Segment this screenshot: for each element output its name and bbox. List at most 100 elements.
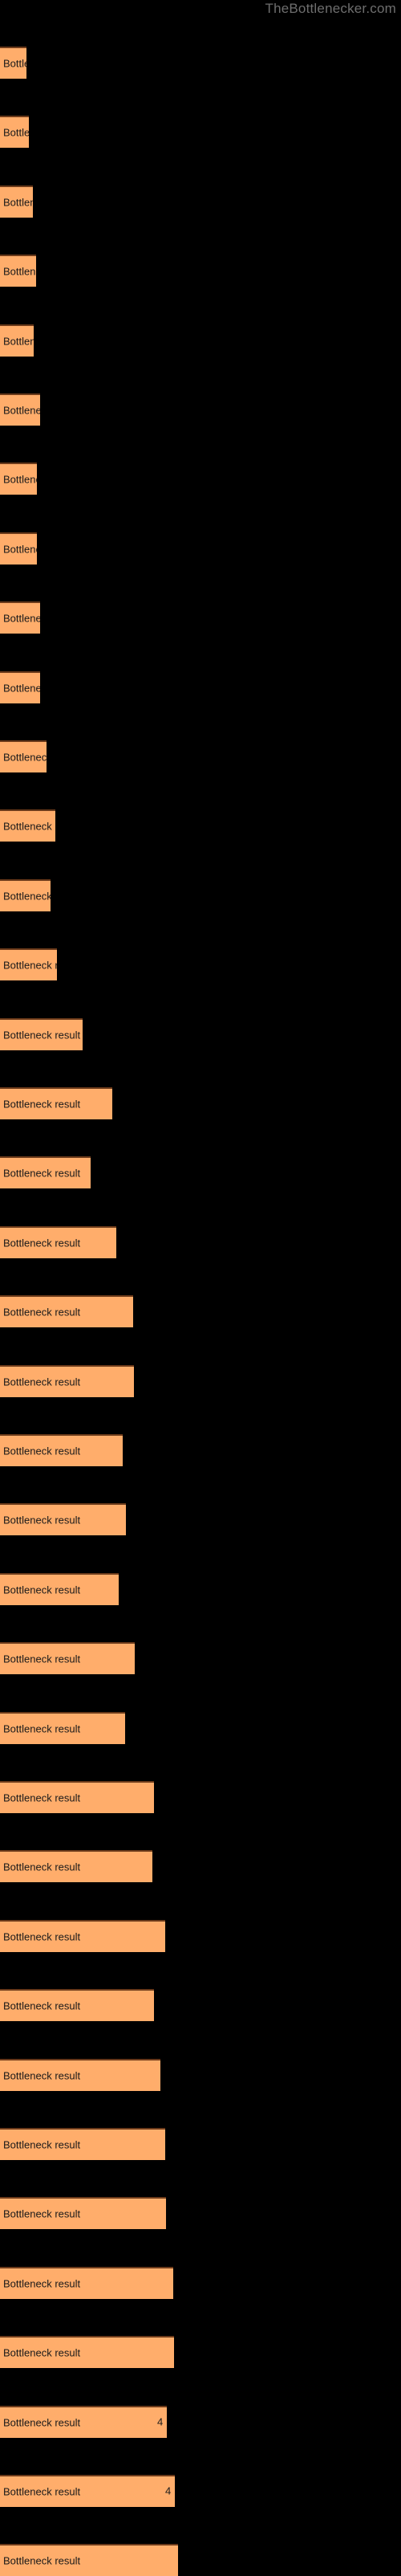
bar-row: Bottleneck result 4 [0, 2405, 401, 2438]
bar-row: Bottleneck result [0, 809, 401, 842]
bar-label: Bottleneck result [3, 1930, 81, 1943]
bar[interactable]: Bottleneck result [0, 740, 47, 772]
bar[interactable]: Bottleneck result [0, 1087, 112, 1119]
bar[interactable]: Bottleneck result [0, 463, 37, 495]
bar[interactable]: Bottleneck result [0, 1642, 135, 1675]
bar[interactable]: Bottleneck result [0, 1156, 91, 1189]
bar-label: Bottleneck result [3, 2554, 81, 2567]
bar-label: Bottleneck result [3, 543, 37, 556]
bar[interactable]: Bottleneck result [0, 1503, 126, 1536]
bar-label: Bottleneck result [3, 1029, 81, 1041]
bar-row: Bottleneck result [0, 1781, 401, 1813]
bar[interactable]: Bottleneck result [0, 878, 51, 911]
bar-row: Bottleneck result [0, 2128, 401, 2160]
bar-row: Bottleneck result [0, 1225, 401, 1258]
bar[interactable]: Bottleneck result [0, 1434, 123, 1466]
bar-label: Bottleneck result [3, 126, 29, 139]
bar-row: Bottleneck result [0, 878, 401, 911]
bottleneck-chart: TheBottlenecker.com Bottleneck resultBot… [0, 0, 401, 2576]
bar-label: Bottleneck result [3, 2346, 81, 2359]
bar-row: Bottleneck result [0, 1919, 401, 1952]
bar-label: Bottleneck result [3, 751, 47, 764]
bar-label: Bottleneck result [3, 1098, 81, 1111]
bar-label: Bottleneck result [3, 682, 40, 695]
bar-row: Bottleneck result [0, 324, 401, 357]
bar-label: Bottleneck result [3, 1445, 81, 1457]
bar-row: Bottleneck result [0, 1989, 401, 2022]
bar-row: Bottleneck result [0, 1434, 401, 1466]
bar[interactable]: Bottleneck result [0, 1572, 119, 1605]
bar-row: Bottleneck result 4 [0, 2475, 401, 2507]
bar[interactable]: Bottleneck result [0, 1017, 83, 1050]
bar-row: Bottleneck result [0, 1156, 401, 1189]
bar[interactable]: Bottleneck result [0, 1711, 125, 1744]
bar-label: Bottleneck result [3, 265, 36, 278]
bar[interactable]: Bottleneck result [0, 809, 55, 842]
bar-row: Bottleneck result [0, 1087, 401, 1119]
bar[interactable]: Bottleneck result [0, 255, 36, 287]
bar-label: Bottleneck result [3, 404, 40, 417]
bar-row: Bottleneck result [0, 1503, 401, 1536]
bar[interactable]: Bottleneck result [0, 116, 29, 149]
bar[interactable]: Bottleneck result [0, 2058, 160, 2091]
bar-label: Bottleneck result [3, 2138, 81, 2151]
bar-row: Bottleneck result [0, 2058, 401, 2091]
bar-row: Bottleneck result [0, 2266, 401, 2299]
bar-label: Bottleneck result [3, 1861, 81, 1873]
bar-label: Bottleneck result [3, 1167, 81, 1180]
bar-row: Bottleneck result [0, 2336, 401, 2369]
bar-label: Bottleneck result [3, 473, 37, 486]
bar-label: Bottleneck result [3, 1999, 81, 2012]
bar-label: Bottleneck result [3, 1306, 81, 1319]
bar-row: Bottleneck result [0, 116, 401, 149]
bar-label: Bottleneck result [3, 1584, 81, 1596]
bar-label: Bottleneck result [3, 335, 34, 348]
bar[interactable]: Bottleneck result [0, 2197, 166, 2230]
bar-label: Bottleneck result [3, 959, 57, 972]
bar-label: Bottleneck result [3, 890, 51, 903]
bar[interactable]: Bottleneck result [0, 1225, 116, 1258]
bar-row: Bottleneck result [0, 1711, 401, 1744]
bar-row: Bottleneck result [0, 47, 401, 79]
bar-row: Bottleneck result [0, 948, 401, 981]
bar[interactable]: Bottleneck result [0, 185, 33, 218]
bar-row: Bottleneck result [0, 1364, 401, 1397]
bar[interactable]: Bottleneck result [0, 601, 40, 634]
bar-label: Bottleneck result [3, 1791, 81, 1804]
bar-row: Bottleneck result [0, 463, 401, 495]
bar[interactable]: Bottleneck result [0, 1364, 134, 1397]
bar-series-layer: Bottleneck result Bottleneck result Bottle… [0, 0, 401, 2576]
bar[interactable]: Bottleneck result [0, 2128, 165, 2160]
bar[interactable]: Bottleneck result [0, 2336, 174, 2369]
bar[interactable]: Bottleneck result [0, 1850, 152, 1883]
bar[interactable]: Bottleneck result [0, 2475, 175, 2507]
bar[interactable]: Bottleneck result [0, 948, 57, 981]
bar-row: Bottleneck result [0, 393, 401, 426]
bar-row: Bottleneck result [0, 601, 401, 634]
bar-label: Bottleneck result [3, 2416, 81, 2429]
bar[interactable]: Bottleneck result [0, 2266, 173, 2299]
bar-label: Bottleneck result [3, 196, 33, 209]
bar[interactable]: Bottleneck result [0, 393, 40, 426]
bar[interactable]: Bottleneck result [0, 324, 34, 357]
bar[interactable]: Bottleneck result [0, 532, 37, 565]
bar-label: Bottleneck result [3, 820, 55, 833]
bar[interactable]: Bottleneck result [0, 2405, 167, 2438]
bar[interactable]: Bottleneck result [0, 1295, 133, 1328]
bar-label: Bottleneck result [3, 57, 26, 70]
bar-label: Bottleneck result [3, 1653, 81, 1665]
bar-row: Bottleneck result [0, 185, 401, 218]
bar-row: Bottleneck result [0, 1017, 401, 1050]
bar-label: Bottleneck result [3, 612, 40, 625]
bar[interactable]: Bottleneck result [0, 2544, 178, 2576]
bar-label: Bottleneck result [3, 1237, 81, 1249]
bar[interactable]: Bottleneck result [0, 670, 40, 703]
bar[interactable]: Bottleneck result [0, 1919, 165, 1952]
bar[interactable]: Bottleneck result [0, 47, 26, 79]
bar[interactable]: Bottleneck result [0, 1989, 154, 2022]
bar[interactable]: Bottleneck result [0, 1781, 154, 1813]
bar-label: Bottleneck result [3, 2069, 81, 2082]
bar-label: Bottleneck result [3, 2485, 81, 2498]
bar-row: Bottleneck result [0, 255, 401, 287]
bar-row: Bottleneck result [0, 1642, 401, 1675]
